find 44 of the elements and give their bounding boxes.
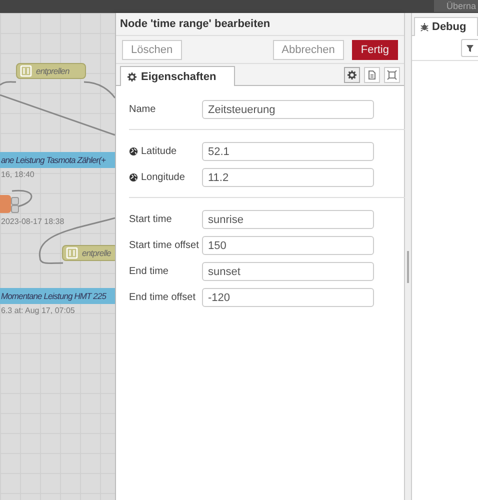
- bug-icon: [420, 22, 429, 32]
- node-label: entprelle: [82, 248, 112, 258]
- field-label: Start time offset: [129, 240, 199, 251]
- input-field[interactable]: sunset: [202, 262, 374, 281]
- input-field[interactable]: 11.2: [202, 168, 374, 187]
- comment-node[interactable]: Momentane Leistung HMT 225: [0, 288, 115, 304]
- dialog-title: Node 'time range' bearbeiten: [116, 13, 404, 36]
- node-label: entprellen: [36, 66, 70, 76]
- field-label: Start time: [129, 214, 172, 225]
- wire: [12, 190, 32, 208]
- wire: [0, 81, 16, 86]
- comment-node[interactable]: ane Leistung Tasmota Zähler(+: [0, 152, 115, 168]
- field-label: Longitude: [141, 172, 185, 183]
- node-status: 6.3 at: Aug 17, 07:05: [1, 306, 75, 315]
- debug-tab[interactable]: Debug: [414, 17, 478, 36]
- frame-icon: [387, 70, 397, 80]
- description-tab[interactable]: [364, 67, 380, 83]
- globe-icon: [129, 173, 138, 182]
- input-field[interactable]: 52.1: [202, 142, 374, 161]
- settings-tab[interactable]: [344, 67, 360, 83]
- field-label: Latitude: [141, 146, 177, 157]
- input-field[interactable]: -120: [202, 288, 374, 307]
- appearance-tab[interactable]: [384, 67, 400, 83]
- node-status: 16, 18:40: [1, 170, 34, 179]
- gear-icon: [127, 72, 137, 82]
- document-icon: [367, 70, 377, 80]
- filter-icon: [466, 44, 474, 52]
- delete-button[interactable]: Löschen: [122, 40, 182, 60]
- field-label: Name: [129, 104, 156, 115]
- field-label: End time: [129, 266, 168, 277]
- resize-handle[interactable]: [407, 251, 409, 283]
- node-status: 2023-08-17 18:38: [1, 217, 64, 226]
- cancel-button[interactable]: Abbrechen: [272, 40, 344, 60]
- settings-icon: [347, 70, 357, 80]
- field-label: End time offset: [129, 292, 196, 303]
- properties-tab[interactable]: Eigenschaften: [120, 66, 235, 86]
- node-icon: [65, 246, 79, 260]
- done-button[interactable]: Fertig: [352, 40, 398, 60]
- input-field[interactable]: sunrise: [202, 210, 374, 229]
- node-icon: [19, 64, 33, 78]
- input-field[interactable]: Zeitsteuerung: [202, 100, 374, 119]
- globe-icon: [129, 147, 138, 156]
- filter-button[interactable]: [461, 39, 478, 57]
- input-field[interactable]: 150: [202, 236, 374, 255]
